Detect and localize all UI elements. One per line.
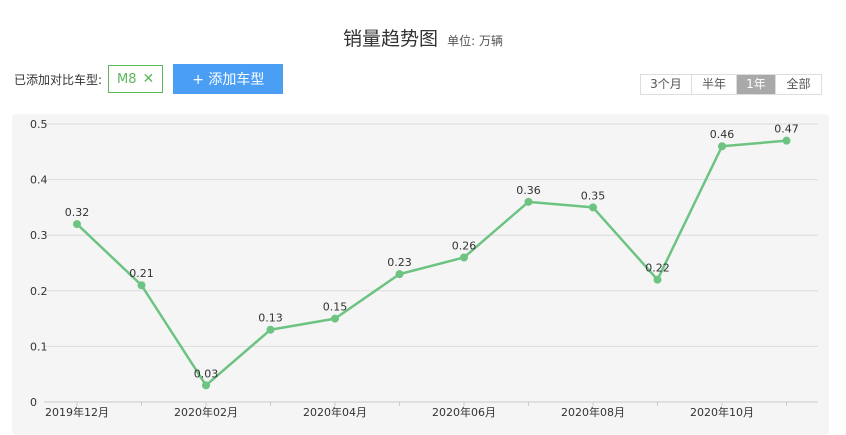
data-point (589, 203, 597, 212)
x-tick-label: 2020年04月 (303, 405, 367, 419)
y-tick-label: 0.3 (30, 229, 48, 242)
data-label: 0.21 (129, 267, 154, 280)
x-tick-label: 2019年12月 (45, 405, 109, 419)
data-point (137, 281, 146, 290)
sales-line-chart: 0 0.1 0.2 0.3 0.4 0.5 2019年12月 2020年02月 2020年04… (30, 118, 818, 419)
data-point (331, 314, 339, 323)
x-tick-label: 2020年02月 (174, 405, 238, 419)
data-label: 0.35 (581, 189, 606, 202)
data-label: 0.15 (323, 301, 348, 314)
data-label: 0.32 (65, 206, 90, 219)
data-label: 0.36 (516, 184, 541, 197)
series-line (76, 139, 787, 387)
y-tick-label: 0 (30, 396, 37, 409)
y-tick-label: 0.1 (30, 340, 48, 353)
data-point (266, 325, 275, 334)
data-label: 0.46 (710, 128, 735, 141)
data-label: 0.22 (645, 262, 670, 275)
data-point (202, 381, 210, 390)
y-tick-label: 0.5 (30, 118, 48, 131)
x-tick-label: 2020年08月 (561, 405, 625, 419)
data-point (718, 142, 726, 151)
data-label: 0.47 (774, 123, 799, 136)
data-point (460, 253, 468, 262)
data-label: 0.26 (452, 239, 477, 252)
y-tick-label: 0.2 (30, 285, 48, 298)
data-point (73, 220, 81, 229)
y-tick-label: 0.4 (30, 174, 48, 187)
data-label: 0.23 (387, 256, 412, 269)
x-tick-label: 2020年10月 (690, 405, 754, 419)
data-point (653, 275, 662, 284)
data-point (524, 197, 533, 206)
data-label: 0.13 (258, 312, 283, 325)
data-label: 0.03 (194, 367, 219, 380)
data-point (782, 136, 791, 145)
data-point (395, 270, 404, 279)
x-tick-label: 2020年06月 (432, 405, 496, 419)
